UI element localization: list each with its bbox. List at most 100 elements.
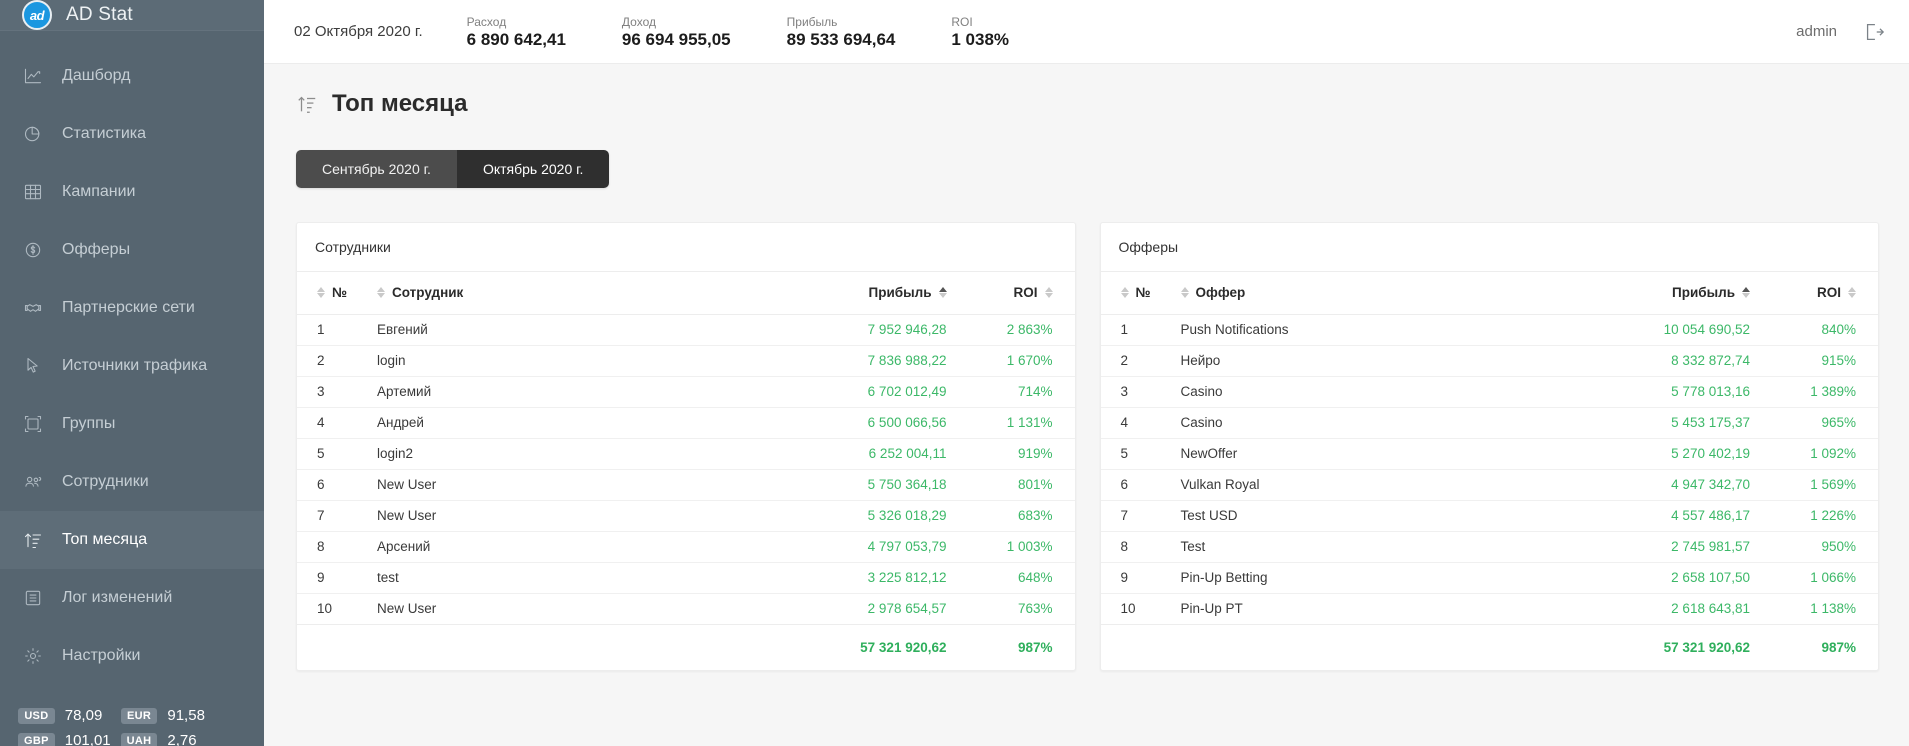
th-profit[interactable]: Прибыль: [1568, 272, 1758, 315]
metric-label: Доход: [621, 14, 656, 29]
sidebar-item-6[interactable]: Источники трафика: [0, 337, 264, 395]
table-row[interactable]: 4 Андрей 6 500 066,56 1 131%: [297, 407, 1075, 439]
table-row[interactable]: 6 New User 5 750 364,18 801%: [297, 469, 1075, 501]
table-footer: 57 321 920,62 987%: [297, 624, 1075, 670]
th-label: ROI: [1816, 285, 1841, 301]
sort-icon-name[interactable]: [1180, 287, 1189, 299]
cell-profit: 10 054 690,52: [1568, 314, 1758, 346]
username-label: admin: [1796, 23, 1837, 40]
table-row[interactable]: 9 test 3 225 812,12 648%: [297, 562, 1075, 594]
sidebar-item-label: Лог изменений: [62, 589, 173, 606]
page-header: Топ месяца: [296, 90, 1879, 118]
cell-roi: 1 003%: [954, 531, 1075, 563]
rate-value: 78,09: [64, 707, 103, 724]
brand[interactable]: ad AD Stat: [0, 0, 264, 31]
cell-name: Vulkan Royal: [1166, 469, 1568, 501]
sort-icon-roi[interactable]: [1848, 287, 1856, 299]
sort-icon-name[interactable]: [377, 287, 385, 299]
currency-rates: USD78,09EUR91,58GBP101,01UAH2,76BYN29,80…: [0, 707, 223, 746]
table-row[interactable]: 2 login 7 836 988,22 1 670%: [297, 345, 1075, 377]
table-row[interactable]: 9 Pin-Up Betting 2 658 107,50 1 066%: [1100, 562, 1878, 594]
table-grid-icon: [22, 181, 44, 203]
cell-name: test: [363, 562, 765, 594]
th-name[interactable]: Оффер: [1166, 272, 1568, 315]
cell-num: 8: [1100, 531, 1167, 563]
cell-num: 3: [297, 376, 363, 408]
table-row[interactable]: 5 login2 6 252 004,11 919%: [297, 438, 1075, 470]
app-root: ad AD Stat Дашборд Статистика Кампании Оффе…: [0, 0, 1909, 746]
card-2: Офферы № Оффер Прибыль ROI 1 Push Notification…: [1099, 222, 1879, 671]
table-row[interactable]: 1 Push Notifications 10 054 690,52 840%: [1100, 314, 1878, 346]
cell-roi: 840%: [1758, 314, 1878, 346]
sort-icon-roi[interactable]: [1044, 287, 1053, 299]
sort-icon-num[interactable]: [1120, 287, 1129, 299]
sidebar-item-5[interactable]: Партнерские сети: [0, 279, 264, 337]
top-table: № Сотрудник Прибыль ROI 1 Евгений 7 952 946,28…: [297, 272, 1075, 670]
sidebar-item-10[interactable]: Лог изменений: [0, 569, 264, 627]
metric-4: ROI 1 038%: [951, 14, 1009, 50]
table-row[interactable]: 4 Casino 5 453 175,37 965%: [1100, 407, 1878, 439]
brand-title: AD Stat: [66, 4, 133, 25]
cell-num: 5: [297, 438, 363, 470]
sort-icon-profit[interactable]: [1742, 287, 1750, 299]
cell-roi: 1 569%: [1758, 469, 1878, 501]
table-row[interactable]: 6 Vulkan Royal 4 947 342,70 1 569%: [1100, 469, 1878, 501]
sidebar-item-4[interactable]: Офферы: [0, 221, 264, 279]
cell-name: Test USD: [1166, 500, 1568, 532]
metric-value: 89 533 694,64: [786, 29, 896, 49]
cell-name: Андрей: [363, 407, 765, 439]
total-spacer-1: [297, 624, 363, 670]
table-row[interactable]: 8 Test 2 745 981,57 950%: [1100, 531, 1878, 563]
sidebar-item-2[interactable]: Статистика: [0, 105, 264, 163]
card-1: Сотрудники № Сотрудник Прибыль ROI 1 Евгений 7 …: [296, 222, 1076, 671]
cell-roi: 965%: [1758, 407, 1878, 439]
cell-name: Pin-Up PT: [1166, 593, 1568, 625]
cell-roi: 1 670%: [954, 345, 1075, 377]
sort-icon-num[interactable]: [317, 287, 325, 299]
rate-code-badge: EUR: [120, 707, 158, 724]
table-row[interactable]: 2 Нейро 8 332 872,74 915%: [1100, 345, 1878, 377]
cell-num: 5: [1100, 438, 1167, 470]
table-row[interactable]: 1 Евгений 7 952 946,28 2 863%: [297, 314, 1075, 346]
rate-value: 91,58: [167, 707, 205, 724]
metric-3: Прибыль 89 533 694,64: [787, 14, 896, 50]
table-row[interactable]: 7 New User 5 326 018,29 683%: [297, 500, 1075, 532]
sidebar-item-7[interactable]: Группы: [0, 395, 264, 453]
sidebar-item-11[interactable]: Настройки: [0, 627, 264, 685]
table-row[interactable]: 3 Casino 5 778 013,16 1 389%: [1100, 376, 1878, 408]
table-row[interactable]: 3 Артемий 6 702 012,49 714%: [297, 376, 1075, 408]
table-row[interactable]: 10 Pin-Up PT 2 618 643,81 1 138%: [1100, 593, 1878, 625]
th-profit[interactable]: Прибыль: [764, 272, 955, 315]
cell-num: 10: [1100, 593, 1167, 625]
month-button-2[interactable]: Октябрь 2020 г.: [456, 150, 610, 188]
cell-profit: 7 836 988,22: [764, 345, 955, 377]
table-row[interactable]: 7 Test USD 4 557 486,17 1 226%: [1100, 500, 1878, 532]
sidebar-item-3[interactable]: Кампании: [0, 163, 264, 221]
cell-profit: 5 778 013,16: [1568, 376, 1758, 408]
logout-icon[interactable]: [1863, 21, 1885, 43]
table-row[interactable]: 10 New User 2 978 654,57 763%: [297, 593, 1075, 625]
total-spacer-1: [1101, 624, 1167, 670]
month-button-1[interactable]: Сентябрь 2020 г.: [296, 150, 457, 188]
table-row[interactable]: 5 NewOffer 5 270 402,19 1 092%: [1100, 438, 1878, 470]
th-num[interactable]: №: [297, 272, 363, 315]
table-row[interactable]: 8 Арсений 4 797 053,79 1 003%: [297, 531, 1075, 563]
cell-profit: 3 225 812,12: [764, 562, 955, 594]
cell-profit: 5 750 364,18: [764, 469, 955, 501]
sidebar-item-9[interactable]: Топ месяца: [0, 511, 264, 569]
th-num[interactable]: №: [1100, 272, 1167, 315]
th-label: Сотрудник: [392, 285, 464, 301]
sort-icon-profit[interactable]: [938, 287, 947, 299]
cell-roi: 1 092%: [1758, 438, 1878, 470]
sidebar-item-1[interactable]: Дашборд: [0, 47, 264, 105]
th-name[interactable]: Сотрудник: [363, 272, 765, 315]
sidebar-item-8[interactable]: Сотрудники: [0, 453, 264, 511]
sidebar-item-label: Группы: [62, 415, 116, 432]
cell-roi: 950%: [1758, 531, 1878, 563]
th-roi[interactable]: ROI: [1758, 272, 1878, 315]
metric-value: 6 890 642,41: [466, 29, 566, 49]
total-profit: 57 321 920,62: [860, 639, 947, 655]
cell-num: 10: [297, 593, 363, 625]
sidebar-item-label: Сотрудники: [62, 473, 149, 490]
th-roi[interactable]: ROI: [954, 272, 1075, 315]
